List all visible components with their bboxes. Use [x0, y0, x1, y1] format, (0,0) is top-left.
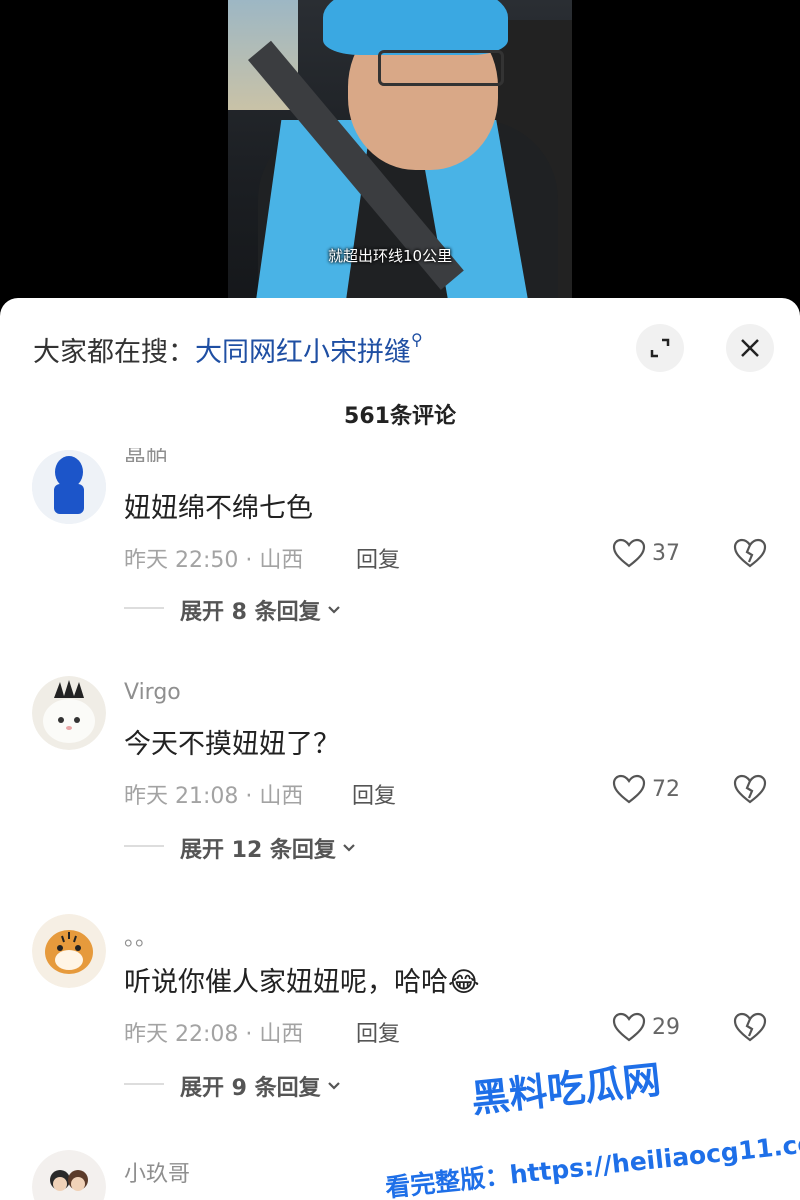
broken-heart-icon: [733, 538, 767, 568]
like-count: 29: [652, 1014, 680, 1040]
expand-icon: [650, 338, 670, 358]
heart-icon: [612, 774, 646, 804]
avatar[interactable]: [32, 914, 106, 988]
comment-time: 昨天 22:08 · 山西: [124, 1022, 304, 1047]
like-count: 72: [652, 776, 680, 802]
couple-avatar-image: [32, 1150, 106, 1200]
comment-item: 晶帕 妞妞绵不绵七色 昨天 22:50 · 山西 回复 37 展开 8 条回复: [0, 438, 800, 638]
like-button[interactable]: 72: [612, 774, 680, 804]
video-subtitle: 就超出环线10公里: [328, 247, 453, 265]
avatar[interactable]: [32, 676, 106, 750]
comment-item: 。。 听说你催人家妞妞呢，哈哈😂 昨天 22:08 · 山西 回复 29 展开 …: [0, 914, 800, 1114]
laughing-emoji: 😂: [448, 967, 480, 998]
comment-time: 昨天 22:50 · 山西: [124, 548, 304, 573]
expand-replies-label: 展开 9 条回复: [180, 1076, 321, 1101]
comment-username[interactable]: Virgo: [124, 680, 181, 705]
chevron-down-icon: [343, 844, 355, 852]
like-button[interactable]: 37: [612, 538, 680, 568]
heart-icon: [612, 1012, 646, 1042]
expand-replies[interactable]: 展开 12 条回复: [180, 832, 358, 864]
comment-text-body: 听说你催人家妞妞呢，哈哈: [124, 967, 448, 998]
comment-time: 昨天 21:08 · 山西: [124, 784, 304, 809]
avatar[interactable]: [32, 450, 106, 524]
chevron-down-icon: [327, 1082, 340, 1090]
like-count: 37: [652, 540, 680, 566]
heart-icon: [612, 538, 646, 568]
video-frame: 就超出环线10公里: [228, 0, 572, 310]
comment-count: 561条评论: [344, 404, 456, 429]
search-prefix: 大家都在搜：: [33, 337, 195, 368]
search-suggestion[interactable]: 大家都在搜：大同网红小宋拼缝⚲: [33, 330, 423, 369]
comment-text: 今天不摸妞妞了？: [124, 729, 340, 760]
like-button[interactable]: 29: [612, 1012, 680, 1042]
comment-username[interactable]: 。。: [124, 920, 157, 952]
search-query[interactable]: 大同网红小宋拼缝: [195, 337, 411, 368]
bust-avatar-image: [32, 450, 106, 524]
reply-button[interactable]: 回复: [352, 778, 396, 810]
broken-heart-icon: [733, 1012, 767, 1042]
close-icon: [741, 339, 759, 357]
comment-item: 小玖哥: [0, 1150, 800, 1200]
search-icon: ⚲: [411, 330, 423, 349]
tiger-avatar-image: [32, 914, 106, 988]
expand-replies-label: 展开 12 条回复: [180, 838, 336, 863]
comment-username[interactable]: 小玖哥: [124, 1156, 190, 1188]
divider-line: [124, 1083, 164, 1085]
comment-text: 妞妞绵不绵七色: [124, 493, 313, 524]
comment-item: Virgo 今天不摸妞妞了？ 昨天 21:08 · 山西 回复 72 展开 12…: [0, 676, 800, 876]
chevron-down-icon: [327, 606, 340, 614]
dislike-button[interactable]: [733, 538, 767, 572]
bunny-avatar-image: [32, 676, 106, 750]
helmet: [323, 0, 508, 55]
reply-button[interactable]: 回复: [356, 542, 400, 574]
comment-username[interactable]: 晶帕: [124, 448, 168, 462]
expand-replies[interactable]: 展开 8 条回复: [180, 594, 343, 626]
avatar[interactable]: [32, 1150, 106, 1200]
divider-line: [124, 607, 164, 609]
comment-text: 听说你催人家妞妞呢，哈哈😂: [124, 960, 480, 999]
dislike-button[interactable]: [733, 774, 767, 808]
dislike-button[interactable]: [733, 1012, 767, 1046]
glasses: [378, 50, 504, 86]
reply-button[interactable]: 回复: [356, 1016, 400, 1048]
divider-line: [124, 845, 164, 847]
video-player[interactable]: 就超出环线10公里: [0, 0, 800, 310]
broken-heart-icon: [733, 774, 767, 804]
comment-sheet: 大家都在搜：大同网红小宋拼缝⚲ 561条评论 晶帕 妞妞绵不绵七色 昨天 22:…: [0, 298, 800, 1200]
close-button[interactable]: [726, 324, 774, 372]
expand-button[interactable]: [636, 324, 684, 372]
expand-replies[interactable]: 展开 9 条回复: [180, 1070, 343, 1102]
expand-replies-label: 展开 8 条回复: [180, 600, 321, 625]
